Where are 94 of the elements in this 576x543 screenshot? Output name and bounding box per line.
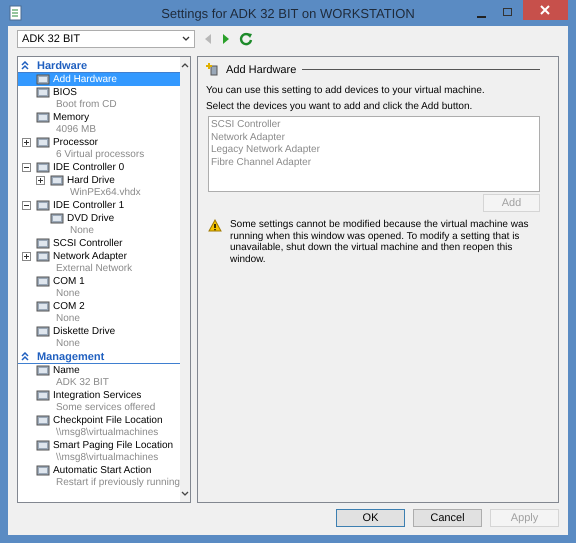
item-label: Automatic Start Action: [53, 464, 152, 477]
device-icon: [36, 464, 50, 477]
item-detail: WinPEx64.vhdx: [69, 187, 141, 199]
item-detail: \\msg8\virtualmachines: [55, 427, 160, 439]
item-label: Diskette Drive: [53, 325, 116, 338]
device-icon: [50, 212, 64, 225]
scrollbar[interactable]: [180, 57, 190, 502]
tree-item[interactable]: Automatic Start Action Restart if previously running: [18, 464, 180, 489]
instruction-text: Select the devices you want to add and click the Add button.: [206, 101, 474, 112]
tree-item[interactable]: Network Adapter External Network: [18, 250, 180, 275]
item-label: Network Adapter: [53, 250, 128, 263]
tree-item[interactable]: Checkpoint File Location \\msg8\virtualmachines: [18, 414, 180, 439]
item-detail: ADK 32 BIT: [55, 377, 109, 389]
item-label: Checkpoint File Location: [53, 414, 163, 427]
item-detail: 6 Virtual processors: [55, 149, 144, 161]
item-detail: \\msg8\virtualmachines: [55, 452, 160, 464]
forward-icon[interactable]: [221, 33, 231, 45]
item-label: DVD Drive: [67, 212, 114, 225]
tree-item[interactable]: Hard Drive WinPEx64.vhdx: [18, 174, 180, 199]
device-icon: [36, 250, 50, 263]
tree-item[interactable]: IDE Controller 1: [18, 199, 180, 212]
item-label: IDE Controller 0: [53, 161, 124, 174]
device-icon: [36, 300, 50, 313]
device-icon: [36, 136, 50, 149]
device-icon: [36, 237, 50, 250]
scroll-down-icon[interactable]: [180, 491, 189, 497]
panel-heading: Add Hardware: [226, 64, 296, 76]
tree-item[interactable]: SCSI Controller: [18, 237, 180, 250]
tree-item[interactable]: COM 1 None: [18, 275, 180, 300]
window-title: Settings for ADK 32 BIT on WORKSTATION: [160, 6, 416, 20]
device-icon: [36, 86, 50, 99]
collapse-icon[interactable]: [22, 163, 31, 172]
item-label: Add Hardware: [53, 73, 117, 86]
item-detail: None: [55, 313, 81, 325]
item-label: Smart Paging File Location: [53, 439, 174, 452]
item-detail: 4096 MB: [55, 124, 96, 136]
collapse-icon[interactable]: [21, 352, 29, 361]
item-detail: Some services offered: [55, 402, 156, 414]
dialog-button[interactable]: OK: [336, 509, 405, 527]
device-icon: [36, 389, 50, 402]
item-label: BIOS: [53, 86, 78, 99]
tree-item[interactable]: Smart Paging File Location \\msg8\virtualmachines: [18, 439, 180, 464]
item-detail: None: [55, 338, 81, 350]
device-icon: [36, 111, 50, 124]
item-label: Hard Drive: [67, 174, 116, 187]
tree-item[interactable]: Integration Services Some services offered: [18, 389, 180, 414]
item-label: SCSI Controller: [53, 237, 122, 250]
caret-icon: [182, 36, 190, 42]
device-icon: [36, 364, 50, 377]
intro-text: You can use this setting to add devices to your virtual machine.: [206, 85, 486, 96]
item-label: COM 1: [53, 275, 85, 288]
item-detail: None: [69, 225, 95, 237]
item-detail: Boot from CD: [55, 99, 117, 111]
item-label: Name: [53, 364, 81, 377]
close-button[interactable]: [523, 0, 568, 20]
section-header[interactable]: Management: [18, 350, 180, 364]
app-icon: [8, 5, 24, 21]
tree-item[interactable]: COM 2 None: [18, 300, 180, 325]
add-hardware-icon: [206, 63, 220, 76]
device-icon: [36, 439, 50, 452]
collapse-icon[interactable]: [21, 61, 29, 70]
expand-icon[interactable]: [22, 138, 31, 147]
device-icon: [50, 174, 64, 187]
item-label: Memory: [53, 111, 90, 124]
tree-item[interactable]: IDE Controller 0: [18, 161, 180, 174]
item-label: Integration Services: [53, 389, 142, 402]
tree-item[interactable]: BIOS Boot from CD: [18, 86, 180, 111]
item-label: COM 2: [53, 300, 85, 313]
warning-text: Some settings cannot be modified because the virtual machine was running when this window was opened. To modify a setting that is unavailable, shut down the virtual machine and then reopen this window.: [230, 219, 530, 265]
item-label: IDE Controller 1: [53, 199, 124, 212]
device-icon: [36, 199, 50, 212]
refresh-icon[interactable]: [239, 32, 253, 46]
warning-icon: [208, 219, 222, 232]
item-label: Processor: [53, 136, 100, 149]
device-icon: [36, 325, 50, 338]
device-icon: [36, 161, 50, 174]
collapse-icon[interactable]: [22, 201, 31, 210]
item-detail: Restart if previously running: [55, 477, 180, 489]
tree-item[interactable]: Name ADK 32 BIT: [18, 364, 180, 389]
tree-item[interactable]: Diskette Drive None: [18, 325, 180, 350]
expand-icon[interactable]: [22, 252, 31, 261]
item-detail: External Network: [55, 263, 132, 275]
device-icon: [36, 73, 50, 86]
maximize-icon[interactable]: [502, 7, 514, 17]
expand-icon[interactable]: [36, 176, 45, 185]
dialog-button[interactable]: Cancel: [413, 509, 482, 527]
tree-item[interactable]: Memory 4096 MB: [18, 111, 180, 136]
item-detail: None: [55, 288, 81, 300]
tree-item[interactable]: Processor 6 Virtual processors: [18, 136, 180, 161]
device-icon: [36, 275, 50, 288]
device-icon: [36, 414, 50, 427]
vm-dropdown[interactable]: ADK 32 BIT: [17, 30, 195, 48]
scroll-up-icon[interactable]: [180, 62, 189, 68]
tree-item[interactable]: DVD Drive None: [18, 212, 180, 237]
